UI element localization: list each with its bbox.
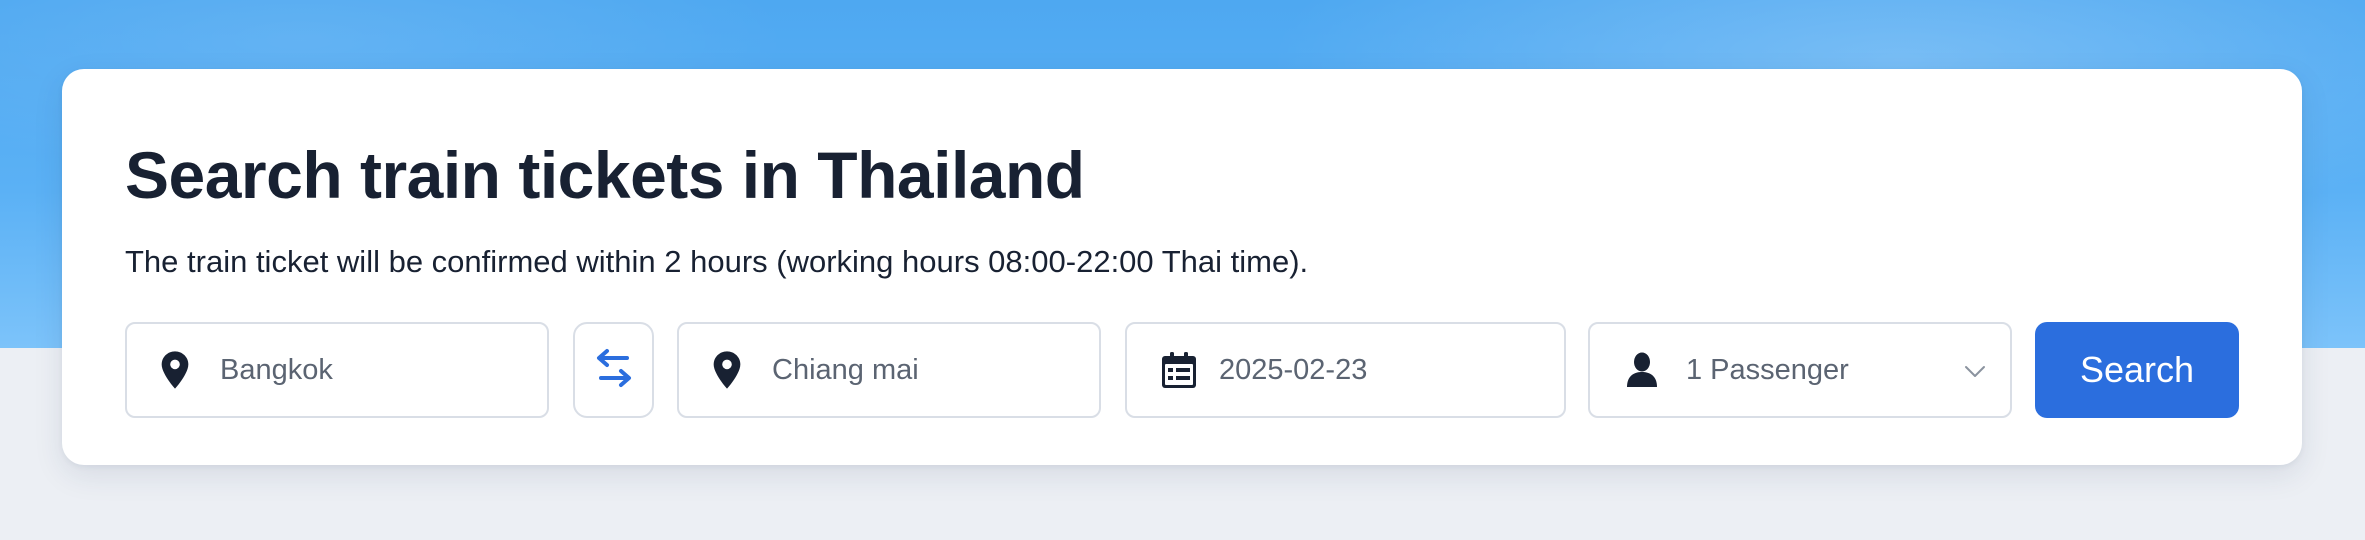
search-button[interactable]: Search — [2035, 322, 2239, 418]
page-title: Search train tickets in Thailand — [125, 138, 1085, 212]
chevron-down-icon — [1962, 359, 1988, 385]
calendar-icon — [1159, 350, 1199, 390]
confirmation-note: The train ticket will be confirmed withi… — [125, 244, 1309, 279]
swap-arrows-icon — [594, 347, 634, 394]
location-pin-icon — [155, 350, 195, 390]
passenger-count-value: 1 Passenger — [1686, 353, 1849, 386]
destination-station-value: Chiang mai — [772, 353, 919, 386]
origin-station-field[interactable]: Bangkok — [125, 322, 549, 418]
location-pin-icon — [707, 350, 747, 390]
swap-stations-button[interactable] — [573, 322, 654, 418]
travel-date-value: 2025-02-23 — [1219, 353, 1368, 386]
travel-date-field[interactable]: 2025-02-23 — [1125, 322, 1566, 418]
search-card: Search train tickets in Thailand The tra… — [62, 69, 2302, 465]
passenger-count-select[interactable]: 1 Passenger — [1588, 322, 2012, 418]
person-icon — [1622, 350, 1662, 390]
destination-station-field[interactable]: Chiang mai — [677, 322, 1101, 418]
origin-station-value: Bangkok — [220, 353, 333, 386]
